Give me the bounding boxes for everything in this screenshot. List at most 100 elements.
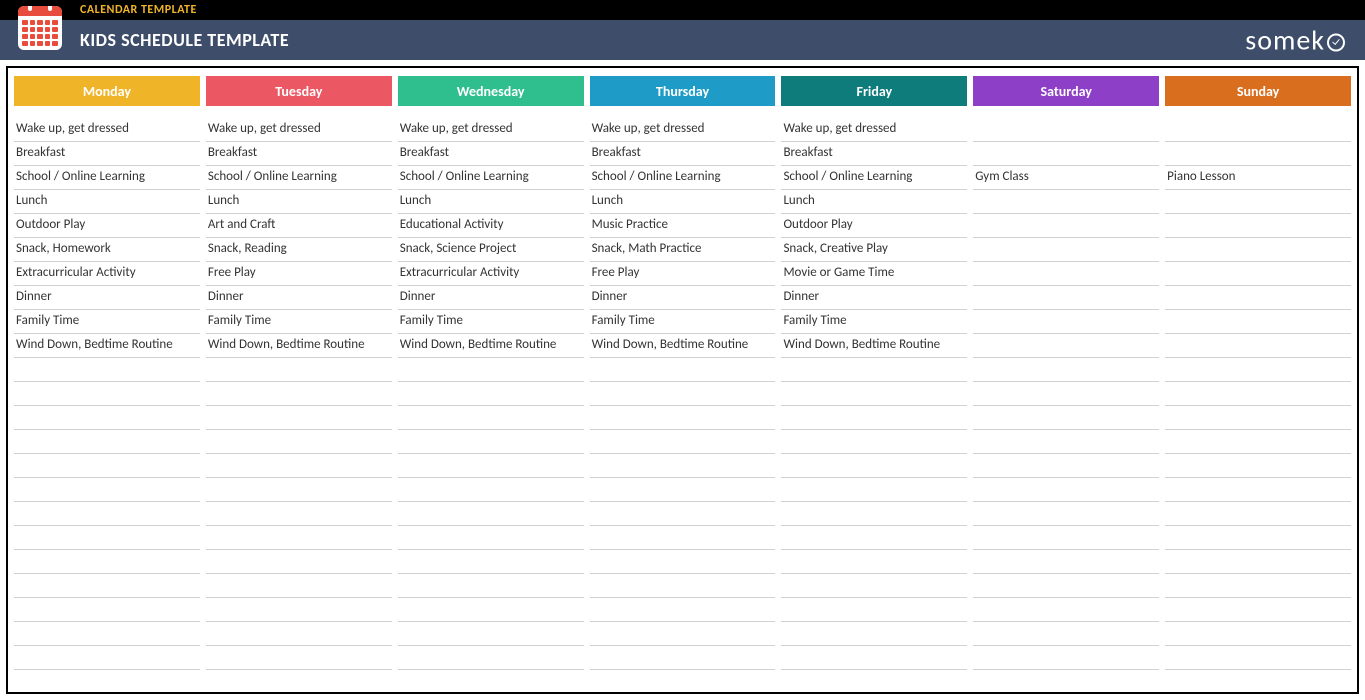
schedule-cell[interactable]: School / Online Learning — [781, 166, 967, 190]
schedule-cell[interactable]: Snack, Homework — [14, 238, 200, 262]
schedule-cell[interactable] — [590, 478, 776, 502]
schedule-cell[interactable]: Dinner — [590, 286, 776, 310]
schedule-cell[interactable]: Snack, Science Project — [398, 238, 584, 262]
schedule-cell[interactable] — [1165, 430, 1351, 454]
schedule-cell[interactable] — [1165, 406, 1351, 430]
schedule-cell[interactable] — [1165, 286, 1351, 310]
schedule-cell[interactable] — [206, 454, 392, 478]
schedule-cell[interactable] — [1165, 526, 1351, 550]
schedule-cell[interactable]: Wind Down, Bedtime Routine — [14, 334, 200, 358]
schedule-cell[interactable] — [973, 262, 1159, 286]
schedule-cell[interactable]: Lunch — [14, 190, 200, 214]
schedule-cell[interactable]: Dinner — [398, 286, 584, 310]
schedule-cell[interactable] — [973, 598, 1159, 622]
schedule-cell[interactable] — [590, 646, 776, 670]
schedule-cell[interactable] — [973, 334, 1159, 358]
schedule-cell[interactable] — [781, 550, 967, 574]
schedule-cell[interactable] — [1165, 574, 1351, 598]
schedule-cell[interactable] — [781, 646, 967, 670]
schedule-cell[interactable] — [973, 238, 1159, 262]
schedule-cell[interactable] — [1165, 262, 1351, 286]
schedule-cell[interactable]: Lunch — [206, 190, 392, 214]
schedule-cell[interactable]: Snack, Reading — [206, 238, 392, 262]
schedule-cell[interactable]: Lunch — [590, 190, 776, 214]
schedule-cell[interactable]: Dinner — [781, 286, 967, 310]
schedule-cell[interactable]: Wake up, get dressed — [206, 118, 392, 142]
schedule-cell[interactable]: Extracurricular Activity — [398, 262, 584, 286]
schedule-cell[interactable]: Wind Down, Bedtime Routine — [781, 334, 967, 358]
schedule-cell[interactable] — [973, 622, 1159, 646]
schedule-cell[interactable]: Family Time — [781, 310, 967, 334]
schedule-cell[interactable] — [206, 526, 392, 550]
schedule-cell[interactable] — [14, 358, 200, 382]
schedule-cell[interactable] — [973, 502, 1159, 526]
schedule-cell[interactable]: Family Time — [14, 310, 200, 334]
schedule-cell[interactable] — [781, 622, 967, 646]
schedule-cell[interactable] — [206, 358, 392, 382]
schedule-cell[interactable] — [590, 574, 776, 598]
schedule-cell[interactable] — [973, 214, 1159, 238]
schedule-cell[interactable] — [1165, 622, 1351, 646]
schedule-cell[interactable] — [973, 118, 1159, 142]
schedule-cell[interactable]: Dinner — [14, 286, 200, 310]
schedule-cell[interactable] — [781, 598, 967, 622]
schedule-cell[interactable]: Free Play — [590, 262, 776, 286]
schedule-cell[interactable] — [973, 478, 1159, 502]
schedule-cell[interactable] — [973, 454, 1159, 478]
schedule-cell[interactable] — [206, 382, 392, 406]
schedule-cell[interactable] — [398, 454, 584, 478]
schedule-cell[interactable]: Extracurricular Activity — [14, 262, 200, 286]
schedule-cell[interactable]: Lunch — [398, 190, 584, 214]
schedule-cell[interactable] — [1165, 310, 1351, 334]
schedule-cell[interactable] — [590, 454, 776, 478]
schedule-cell[interactable]: Wake up, get dressed — [398, 118, 584, 142]
schedule-cell[interactable]: Dinner — [206, 286, 392, 310]
schedule-cell[interactable] — [398, 622, 584, 646]
schedule-cell[interactable]: Wind Down, Bedtime Routine — [206, 334, 392, 358]
schedule-cell[interactable] — [14, 382, 200, 406]
schedule-cell[interactable] — [1165, 358, 1351, 382]
schedule-cell[interactable]: Outdoor Play — [781, 214, 967, 238]
schedule-cell[interactable] — [14, 622, 200, 646]
schedule-cell[interactable] — [590, 358, 776, 382]
schedule-cell[interactable]: Outdoor Play — [14, 214, 200, 238]
schedule-cell[interactable] — [398, 574, 584, 598]
schedule-cell[interactable]: Gym Class — [973, 166, 1159, 190]
schedule-cell[interactable] — [590, 550, 776, 574]
schedule-cell[interactable] — [1165, 142, 1351, 166]
schedule-cell[interactable]: Art and Craft — [206, 214, 392, 238]
schedule-cell[interactable] — [590, 502, 776, 526]
schedule-cell[interactable] — [398, 526, 584, 550]
schedule-cell[interactable] — [973, 430, 1159, 454]
schedule-cell[interactable]: Movie or Game Time — [781, 262, 967, 286]
schedule-cell[interactable] — [781, 358, 967, 382]
schedule-cell[interactable] — [14, 598, 200, 622]
schedule-cell[interactable] — [398, 598, 584, 622]
schedule-cell[interactable]: Lunch — [781, 190, 967, 214]
schedule-cell[interactable] — [590, 406, 776, 430]
schedule-cell[interactable]: Wind Down, Bedtime Routine — [398, 334, 584, 358]
schedule-cell[interactable] — [398, 550, 584, 574]
schedule-cell[interactable] — [1165, 454, 1351, 478]
schedule-cell[interactable]: Family Time — [398, 310, 584, 334]
schedule-cell[interactable] — [14, 574, 200, 598]
schedule-cell[interactable] — [781, 502, 967, 526]
schedule-cell[interactable] — [590, 382, 776, 406]
schedule-cell[interactable] — [14, 502, 200, 526]
schedule-cell[interactable] — [1165, 334, 1351, 358]
schedule-cell[interactable] — [1165, 238, 1351, 262]
schedule-cell[interactable] — [206, 502, 392, 526]
schedule-cell[interactable]: Breakfast — [781, 142, 967, 166]
schedule-cell[interactable] — [973, 142, 1159, 166]
schedule-cell[interactable]: Breakfast — [206, 142, 392, 166]
schedule-cell[interactable] — [590, 526, 776, 550]
schedule-cell[interactable] — [1165, 190, 1351, 214]
schedule-cell[interactable] — [590, 622, 776, 646]
schedule-cell[interactable] — [206, 646, 392, 670]
schedule-cell[interactable] — [14, 430, 200, 454]
schedule-cell[interactable] — [781, 478, 967, 502]
schedule-cell[interactable] — [973, 550, 1159, 574]
schedule-cell[interactable] — [590, 598, 776, 622]
schedule-cell[interactable] — [206, 574, 392, 598]
schedule-cell[interactable] — [1165, 382, 1351, 406]
